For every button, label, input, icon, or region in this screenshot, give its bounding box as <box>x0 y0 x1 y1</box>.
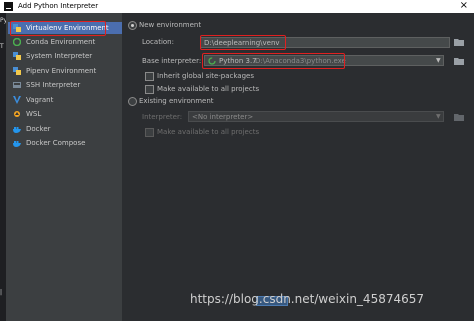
watermark-text: https://blog.csdn.net/weixin_45874657 <box>190 292 425 306</box>
wsl-icon <box>14 111 20 117</box>
python-icon <box>13 52 21 60</box>
close-icon[interactable]: × <box>460 0 468 11</box>
pycharm-icon <box>4 2 13 11</box>
chevron-down-icon: ▼ <box>436 57 441 64</box>
new-environment-label: New environment <box>139 21 202 29</box>
sidebar-item-conda[interactable]: Conda Environment <box>8 36 122 48</box>
interpreter-type-sidebar: Virtualenv Environment Conda Environment… <box>6 13 122 321</box>
sidebar-item-vagrant[interactable]: Vagrant <box>8 94 122 106</box>
existing-environment-radio[interactable] <box>128 97 137 106</box>
folder-icon[interactable] <box>454 113 464 121</box>
location-highlight-box <box>200 35 286 50</box>
sidebar-item-label: Docker Compose <box>26 139 86 147</box>
folder-icon[interactable] <box>454 38 464 46</box>
sidebar-item-label: Pipenv Environment <box>26 67 97 75</box>
sidebar-item-label: Docker <box>26 125 51 133</box>
folder-icon[interactable] <box>454 57 464 65</box>
sidebar-item-pipenv[interactable]: Pipenv Environment <box>8 65 122 77</box>
sidebar-item-docker-compose[interactable]: Docker Compose <box>8 137 122 149</box>
existing-make-available-checkbox[interactable] <box>145 128 154 137</box>
sidebar-item-system[interactable]: System Interpreter <box>8 50 122 62</box>
interpreter-value: <No interpreter> <box>192 113 254 121</box>
sidebar-item-label: WSL <box>26 110 42 118</box>
interpreter-label: Interpreter: <box>142 113 183 121</box>
inherit-packages-label: Inherit global site-packages <box>157 72 254 80</box>
selection-highlight-box <box>10 21 106 36</box>
sidebar-item-ssh[interactable]: SSH Interpreter <box>8 79 122 91</box>
sidebar-item-label: SSH Interpreter <box>26 81 81 89</box>
sidebar-item-label: System Interpreter <box>26 52 93 60</box>
window-title: Add Python Interpreter <box>18 2 99 10</box>
new-environment-radio[interactable] <box>128 21 137 30</box>
existing-environment-label: Existing environment <box>139 97 214 105</box>
make-available-checkbox[interactable] <box>145 85 154 94</box>
sidebar-item-label: Vagrant <box>26 96 54 104</box>
pipenv-icon <box>13 67 21 75</box>
docker-compose-icon <box>13 141 21 147</box>
settings-panel: New environment Location: D:\deeplearnin… <box>122 13 474 321</box>
ssh-icon <box>13 82 21 88</box>
base-interpreter-label: Base interpreter: <box>142 57 202 65</box>
sidebar-item-wsl[interactable]: WSL <box>8 108 122 120</box>
chevron-down-icon: ▼ <box>436 113 441 120</box>
sidebar-item-docker[interactable]: Docker <box>8 123 122 135</box>
inherit-packages-checkbox[interactable] <box>145 72 154 81</box>
make-available-label: Make available to all projects <box>157 85 260 93</box>
base-interpreter-highlight-box <box>202 53 345 69</box>
existing-make-available-label: Make available to all projects <box>157 128 260 136</box>
conda-icon <box>13 38 21 46</box>
interpreter-select[interactable]: <No interpreter> ▼ <box>188 111 444 122</box>
sidebar-item-label: Conda Environment <box>26 38 96 46</box>
vagrant-icon <box>13 96 21 104</box>
location-label: Location: <box>142 38 174 46</box>
title-bar: Add Python Interpreter × <box>0 0 474 13</box>
docker-icon <box>13 127 21 133</box>
